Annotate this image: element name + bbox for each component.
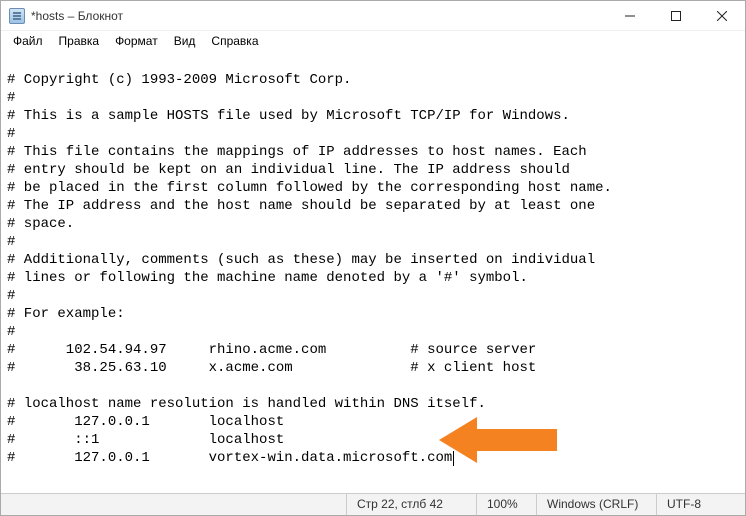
line: # localhost name resolution is handled w… (7, 396, 486, 412)
line: # be placed in the first column followed… (7, 180, 612, 196)
line: # space. (7, 216, 74, 232)
line: # 127.0.0.1 vortex-win.data.microsoft.co… (7, 450, 452, 466)
notepad-icon (9, 8, 25, 24)
line: # 38.25.63.10 x.acme.com # x client host (7, 360, 536, 376)
line: # entry should be kept on an individual … (7, 162, 570, 178)
menu-format[interactable]: Формат (107, 32, 166, 50)
menu-edit[interactable]: Правка (51, 32, 108, 50)
menu-view[interactable]: Вид (166, 32, 204, 50)
line: # For example: (7, 306, 125, 322)
status-line-ending: Windows (CRLF) (536, 494, 656, 515)
status-zoom: 100% (476, 494, 536, 515)
menu-bar: Файл Правка Формат Вид Справка (1, 31, 745, 51)
status-encoding: UTF-8 (656, 494, 745, 515)
line: # The IP address and the host name shoul… (7, 198, 595, 214)
menu-file[interactable]: Файл (5, 32, 51, 50)
minimize-button[interactable] (607, 1, 653, 31)
maximize-button[interactable] (653, 1, 699, 31)
annotation-arrow-icon (439, 415, 559, 465)
line: # (7, 288, 15, 304)
title-bar: *hosts – Блокнот (1, 1, 745, 31)
text-editor[interactable]: # Copyright (c) 1993-2009 Microsoft Corp… (1, 51, 745, 493)
status-position: Стр 22, стлб 42 (346, 494, 476, 515)
line: # 102.54.94.97 rhino.acme.com # source s… (7, 342, 536, 358)
close-button[interactable] (699, 1, 745, 31)
window-title: *hosts – Блокнот (31, 9, 123, 23)
line: # Additionally, comments (such as these)… (7, 252, 595, 268)
line: # Copyright (c) 1993-2009 Microsoft Corp… (7, 72, 351, 88)
line: # lines or following the machine name de… (7, 270, 528, 286)
line: # This file contains the mappings of IP … (7, 144, 587, 160)
line: # (7, 126, 15, 142)
line: # (7, 234, 15, 250)
line: # (7, 90, 15, 106)
line: # This is a sample HOSTS file used by Mi… (7, 108, 570, 124)
status-bar: Стр 22, стлб 42 100% Windows (CRLF) UTF-… (1, 493, 745, 515)
text-caret (453, 451, 454, 466)
line: # ::1 localhost (7, 432, 284, 448)
line: # (7, 324, 15, 340)
line: # 127.0.0.1 localhost (7, 414, 284, 430)
status-empty (1, 494, 346, 515)
menu-help[interactable]: Справка (203, 32, 266, 50)
